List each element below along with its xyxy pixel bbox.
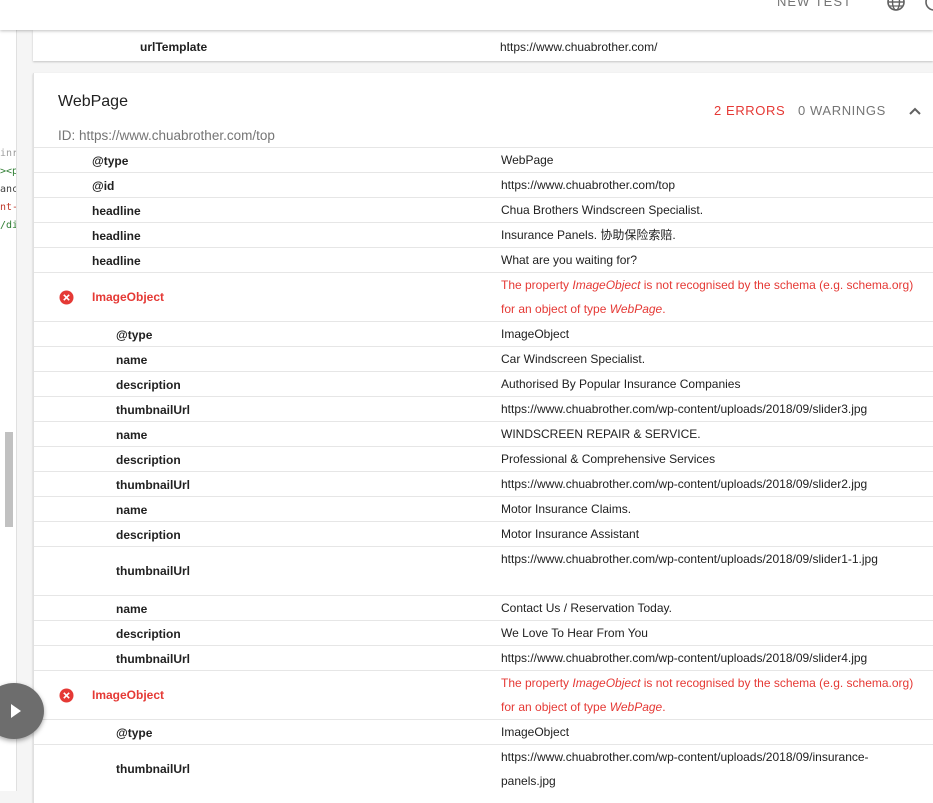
- property-key: headline: [92, 204, 141, 218]
- property-row: description Professional & Comprehensive…: [34, 446, 933, 471]
- property-key: @type: [92, 154, 129, 168]
- property-key: name: [116, 503, 148, 517]
- property-key: @type: [116, 726, 153, 740]
- play-icon: [11, 704, 21, 718]
- item-id: ID: https://www.chuabrother.com/top: [58, 128, 275, 143]
- property-row: @type ImageObject: [34, 321, 933, 346]
- property-value: Car Windscreen Specialist.: [501, 352, 646, 366]
- property-key: thumbnailUrl: [116, 403, 190, 417]
- property-row: thumbnailUrl https://www.chuabrother.com…: [34, 744, 933, 793]
- property-key: description: [116, 528, 181, 542]
- code-fragment: inr: [0, 148, 17, 159]
- property-value[interactable]: https://www.chuabrother.com/wp-content/u…: [501, 646, 921, 670]
- error-message: The property ImageObject is not recognis…: [501, 278, 914, 316]
- property-value: Authorised By Popular Insurance Companie…: [501, 377, 741, 391]
- property-value: ImageObject: [501, 327, 570, 341]
- property-value[interactable]: https://www.chuabrother.com/wp-content/u…: [501, 745, 921, 793]
- error-row[interactable]: ImageObject The property ImageObject is …: [34, 670, 933, 719]
- property-key: thumbnailUrl: [116, 652, 190, 666]
- property-value: ImageObject: [501, 725, 570, 739]
- property-value: https://www.chuabrother.com/top: [501, 178, 676, 192]
- error-circle-icon: [59, 290, 74, 305]
- top-app-bar: NEW TEST: [0, 0, 933, 30]
- property-key: description: [116, 378, 181, 392]
- property-key: description: [116, 627, 181, 641]
- warnings-count[interactable]: 0 WARNINGS: [798, 103, 886, 118]
- property-row: description We Love To Hear From You: [34, 620, 933, 645]
- property-row: description Authorised By Popular Insura…: [34, 371, 933, 396]
- property-row: name Car Windscreen Specialist.: [34, 346, 933, 371]
- property-row: headline What are you waiting for?: [34, 247, 933, 272]
- property-value[interactable]: https://www.chuabrother.com/wp-content/u…: [501, 397, 921, 421]
- property-row: @id https://www.chuabrother.com/top: [34, 172, 933, 197]
- property-key: headline: [92, 254, 141, 268]
- code-fragment: /di: [0, 220, 17, 231]
- code-fragment: nt-: [0, 202, 17, 213]
- card-title: WebPage: [58, 93, 128, 110]
- property-value: What are you waiting for?: [501, 253, 638, 267]
- property-value: Motor Insurance Claims.: [501, 502, 632, 516]
- property-value[interactable]: https://www.chuabrother.com/wp-content/u…: [501, 547, 921, 571]
- chevron-up-icon[interactable]: [907, 103, 923, 119]
- error-message: The property ImageObject is not recognis…: [501, 676, 914, 714]
- property-value: WINDSCREEN REPAIR & SERVICE.: [501, 427, 701, 441]
- property-key: ImageObject: [92, 688, 165, 702]
- property-key: thumbnailUrl: [116, 762, 190, 776]
- error-circle-icon: [59, 688, 74, 703]
- property-key: @id: [92, 179, 115, 193]
- property-value: Insurance Panels. 协助保险索赔.: [501, 228, 676, 242]
- previous-result-card: urlTemplate https://www.chuabrother.com/: [33, 30, 933, 61]
- property-row: headline Insurance Panels. 协助保险索赔.: [34, 222, 933, 247]
- property-row: thumbnailUrl https://www.chuabrother.com…: [34, 471, 933, 496]
- property-key: thumbnailUrl: [116, 478, 190, 492]
- property-key: urlTemplate: [140, 40, 208, 54]
- property-key: description: [116, 453, 181, 467]
- code-fragment: anc: [0, 184, 17, 195]
- property-row: name WINDSCREEN REPAIR & SERVICE.: [34, 421, 933, 446]
- property-key: headline: [92, 229, 141, 243]
- property-value: Chua Brothers Windscreen Specialist.: [501, 203, 704, 217]
- property-value: Professional & Comprehensive Services: [501, 452, 716, 466]
- property-row: headline Chua Brothers Windscreen Specia…: [34, 197, 933, 222]
- new-test-button[interactable]: NEW TEST: [777, 0, 852, 9]
- property-row: thumbnailUrl https://www.chuabrother.com…: [34, 546, 933, 595]
- property-table: @type WebPage @id https://www.chuabrothe…: [34, 147, 933, 793]
- help-icon[interactable]: [924, 0, 933, 12]
- property-key: @type: [116, 328, 153, 342]
- property-key: name: [116, 353, 148, 367]
- property-value: Motor Insurance Assistant: [501, 527, 640, 541]
- property-row: description Motor Insurance Assistant: [34, 521, 933, 546]
- property-value: Contact Us / Reservation Today.: [501, 601, 672, 615]
- property-row: thumbnailUrl https://www.chuabrother.com…: [34, 645, 933, 670]
- property-key: name: [116, 602, 148, 616]
- property-row: name Motor Insurance Claims.: [34, 496, 933, 521]
- code-scrollbar[interactable]: [5, 432, 13, 527]
- property-key: name: [116, 428, 148, 442]
- property-value[interactable]: https://www.chuabrother.com/wp-content/u…: [501, 472, 921, 496]
- property-key: ImageObject: [92, 290, 165, 304]
- property-value: WebPage: [501, 153, 554, 167]
- errors-count[interactable]: 2 ERRORS: [714, 103, 785, 118]
- property-row: thumbnailUrl https://www.chuabrother.com…: [34, 396, 933, 421]
- code-fragment: ><p: [0, 166, 17, 177]
- error-row[interactable]: ImageObject The property ImageObject is …: [34, 272, 933, 321]
- property-key: thumbnailUrl: [116, 564, 190, 578]
- property-value: https://www.chuabrother.com/: [500, 40, 658, 54]
- property-row: @type WebPage: [34, 147, 933, 172]
- code-editor-panel: inr ><p anc nt- /di: [0, 30, 17, 791]
- globe-icon[interactable]: [886, 0, 906, 12]
- webpage-result-card: WebPage 2 ERRORS 0 WARNINGS ID: https://…: [33, 73, 933, 803]
- property-row: @type ImageObject: [34, 719, 933, 744]
- property-value: We Love To Hear From You: [501, 626, 648, 640]
- property-row: name Contact Us / Reservation Today.: [34, 595, 933, 620]
